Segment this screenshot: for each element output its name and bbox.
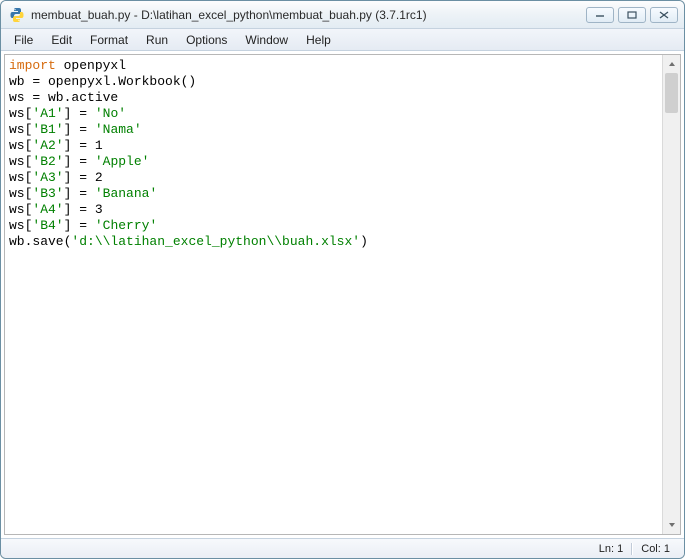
vertical-scrollbar[interactable] (662, 55, 680, 534)
scroll-up-button[interactable] (663, 55, 680, 73)
close-button[interactable] (650, 7, 678, 23)
status-line: Ln: 1 (593, 543, 629, 555)
status-separator (631, 543, 633, 555)
idle-window: membuat_buah.py - D:\latihan_excel_pytho… (0, 0, 685, 559)
menu-format[interactable]: Format (81, 31, 137, 49)
editor-area: import openpyxl wb = openpyxl.Workbook()… (4, 54, 681, 535)
window-title: membuat_buah.py - D:\latihan_excel_pytho… (29, 8, 586, 22)
maximize-button[interactable] (618, 7, 646, 23)
minimize-button[interactable] (586, 7, 614, 23)
menubar: File Edit Format Run Options Window Help (1, 29, 684, 51)
menu-file[interactable]: File (5, 31, 42, 49)
code-editor[interactable]: import openpyxl wb = openpyxl.Workbook()… (5, 55, 662, 534)
menu-options[interactable]: Options (177, 31, 236, 49)
status-col: Col: 1 (635, 543, 676, 555)
menu-help[interactable]: Help (297, 31, 340, 49)
scroll-thumb[interactable] (665, 73, 678, 113)
window-controls (586, 7, 678, 23)
menu-edit[interactable]: Edit (42, 31, 81, 49)
statusbar: Ln: 1 Col: 1 (1, 538, 684, 558)
titlebar: membuat_buah.py - D:\latihan_excel_pytho… (1, 1, 684, 29)
menu-window[interactable]: Window (236, 31, 297, 49)
menu-run[interactable]: Run (137, 31, 177, 49)
scroll-down-button[interactable] (663, 516, 680, 534)
python-app-icon (9, 7, 25, 23)
